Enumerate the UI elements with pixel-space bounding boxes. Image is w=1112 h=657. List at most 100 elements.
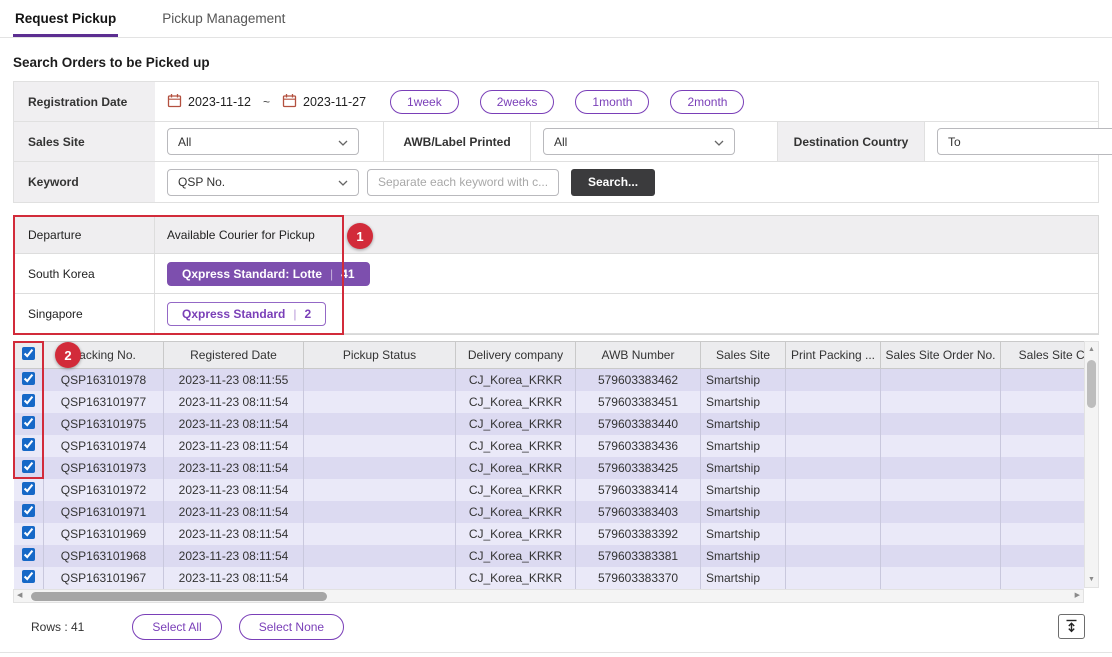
cell: CJ_Korea_KRKR bbox=[456, 435, 576, 457]
horizontal-scrollbar-thumb[interactable] bbox=[31, 592, 327, 601]
cell bbox=[1001, 391, 1085, 413]
row-checkbox-cell bbox=[14, 413, 44, 435]
resize-vertical-icon bbox=[1064, 618, 1079, 636]
cell: 579603383440 bbox=[576, 413, 701, 435]
keyword-input[interactable] bbox=[367, 169, 559, 196]
courier-button-korea[interactable]: Qxpress Standard: Lotte | 41 bbox=[167, 262, 370, 286]
cell: CJ_Korea_KRKR bbox=[456, 523, 576, 545]
column-header: Sales Site Order No. bbox=[881, 342, 1001, 369]
cell: 2023-11-23 08:11:54 bbox=[164, 413, 304, 435]
cell: Smartship bbox=[701, 369, 786, 391]
cell: 2023-11-23 08:11:54 bbox=[164, 567, 304, 589]
search-button[interactable]: Search... bbox=[571, 169, 655, 196]
row-checkbox[interactable] bbox=[22, 416, 35, 429]
courier-count: 41 bbox=[341, 267, 354, 281]
row-checkbox-cell bbox=[14, 435, 44, 457]
table-row: QSP1631019682023-11-23 08:11:54CJ_Korea_… bbox=[14, 545, 1085, 567]
row-checkbox[interactable] bbox=[22, 504, 35, 517]
vertical-scrollbar-thumb[interactable] bbox=[1087, 360, 1096, 408]
courier-column-header: Available Courier for Pickup bbox=[155, 216, 1098, 253]
row-checkbox[interactable] bbox=[22, 460, 35, 473]
row-checkbox-cell bbox=[14, 523, 44, 545]
column-header: Registered Date bbox=[164, 342, 304, 369]
row-checkbox[interactable] bbox=[22, 526, 35, 539]
table-row: QSP1631019742023-11-23 08:11:54CJ_Korea_… bbox=[14, 435, 1085, 457]
cell bbox=[304, 545, 456, 567]
date-from[interactable]: 2023-11-12 bbox=[167, 93, 251, 111]
destination-country-label: Destination Country bbox=[777, 122, 925, 161]
table-row: QSP1631019722023-11-23 08:11:54CJ_Korea_… bbox=[14, 479, 1085, 501]
cell bbox=[881, 501, 1001, 523]
cell: QSP163101973 bbox=[44, 457, 164, 479]
awb-field: All bbox=[531, 122, 747, 161]
vertical-scrollbar[interactable]: ▲ ▼ bbox=[1084, 341, 1099, 588]
date-to[interactable]: 2023-11-27 bbox=[282, 93, 366, 111]
tabbar: Request Pickup Pickup Management bbox=[0, 0, 1112, 38]
row-checkbox-cell bbox=[14, 369, 44, 391]
expand-table-button[interactable] bbox=[1058, 614, 1085, 639]
row-checkbox[interactable] bbox=[22, 372, 35, 385]
keyword-type-select[interactable]: QSP No. bbox=[167, 169, 359, 196]
date-to-value: 2023-11-27 bbox=[303, 95, 366, 109]
tab-request-pickup[interactable]: Request Pickup bbox=[13, 0, 118, 37]
quick-range-1month-button[interactable]: 1month bbox=[575, 90, 649, 114]
courier-button-singapore[interactable]: Qxpress Standard | 2 bbox=[167, 302, 326, 326]
select-all-button[interactable]: Select All bbox=[132, 614, 221, 640]
cell: 2023-11-23 08:11:54 bbox=[164, 545, 304, 567]
cell: Smartship bbox=[701, 501, 786, 523]
cell bbox=[1001, 479, 1085, 501]
departure-panel: Departure Available Courier for Pickup S… bbox=[13, 215, 1099, 335]
row-checkbox[interactable] bbox=[22, 570, 35, 583]
scrollbar-corner bbox=[1084, 589, 1099, 603]
row-checkbox[interactable] bbox=[22, 394, 35, 407]
quick-range-2month-button[interactable]: 2month bbox=[670, 90, 744, 114]
cell bbox=[881, 435, 1001, 457]
cell bbox=[786, 457, 881, 479]
scroll-left-icon[interactable]: ◀ bbox=[17, 592, 22, 599]
awb-label-printed-label: AWB/Label Printed bbox=[383, 122, 531, 161]
row-checkbox-cell bbox=[14, 545, 44, 567]
cell bbox=[786, 567, 881, 589]
select-none-button[interactable]: Select None bbox=[239, 614, 344, 640]
tab-pickup-management[interactable]: Pickup Management bbox=[160, 0, 287, 37]
annotation-badge-2: 2 bbox=[55, 342, 81, 368]
search-form: Registration Date 2023-11-12 ~ 2023-11-2… bbox=[13, 81, 1099, 203]
cell: 579603383381 bbox=[576, 545, 701, 567]
cell: 2023-11-23 08:11:54 bbox=[164, 391, 304, 413]
sales-site-select[interactable]: All bbox=[167, 128, 359, 155]
cell: 579603383414 bbox=[576, 479, 701, 501]
cell bbox=[1001, 545, 1085, 567]
cell: Smartship bbox=[701, 523, 786, 545]
courier-count: 2 bbox=[305, 307, 312, 321]
sales-site-label: Sales Site bbox=[14, 122, 155, 161]
footer: Rows : 41 Select All Select None bbox=[0, 614, 1112, 653]
horizontal-scrollbar[interactable]: ◀ ▶ bbox=[13, 589, 1084, 603]
cell bbox=[786, 523, 881, 545]
awb-select[interactable]: All bbox=[543, 128, 735, 155]
row-checkbox[interactable] bbox=[22, 438, 35, 451]
quick-range-1week-button[interactable]: 1week bbox=[390, 90, 459, 114]
scroll-right-icon[interactable]: ▶ bbox=[1075, 592, 1080, 599]
column-header: Sales Site Car bbox=[1001, 342, 1085, 369]
quick-range-2weeks-button[interactable]: 2weeks bbox=[480, 90, 555, 114]
cell bbox=[304, 567, 456, 589]
annotation-badge-1: 1 bbox=[347, 223, 373, 249]
destination-country-select[interactable]: To bbox=[937, 128, 1112, 155]
scroll-up-icon[interactable]: ▲ bbox=[1085, 343, 1098, 356]
sales-site-row: Sales Site All AWB/Label Printed All Des… bbox=[14, 122, 1098, 162]
scroll-down-icon[interactable]: ▼ bbox=[1085, 573, 1098, 586]
row-checkbox[interactable] bbox=[22, 548, 35, 561]
cell: 2023-11-23 08:11:54 bbox=[164, 457, 304, 479]
row-checkbox[interactable] bbox=[22, 482, 35, 495]
cell: Smartship bbox=[701, 391, 786, 413]
cell bbox=[304, 413, 456, 435]
table-header-row: Packing No.Registered DatePickup StatusD… bbox=[14, 342, 1085, 369]
cell bbox=[304, 369, 456, 391]
cell: QSP163101969 bbox=[44, 523, 164, 545]
courier-cell: Qxpress Standard | 2 bbox=[155, 294, 1098, 333]
cell bbox=[786, 501, 881, 523]
calendar-icon bbox=[282, 93, 297, 111]
select-all-checkbox[interactable] bbox=[22, 347, 35, 360]
registration-date-field: 2023-11-12 ~ 2023-11-27 1week 2weeks 1mo… bbox=[155, 82, 1098, 121]
courier-cell: Qxpress Standard: Lotte | 41 bbox=[155, 254, 1098, 293]
